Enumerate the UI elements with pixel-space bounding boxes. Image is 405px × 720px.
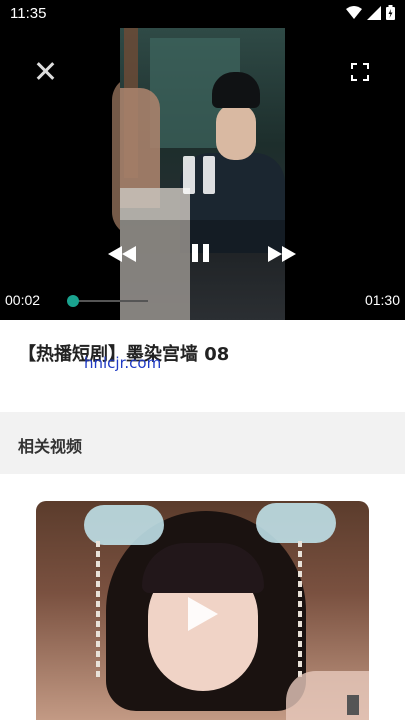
related-video-card[interactable] [36, 501, 369, 720]
status-icons [346, 5, 395, 20]
signal-icon [367, 5, 381, 20]
title-section: 【热播短剧】墨染宫墙 08 hnlcjr.com [0, 320, 405, 412]
related-videos-label: 相关视频 [18, 437, 83, 456]
scene-figure-hat [212, 72, 260, 108]
wifi-icon [346, 5, 362, 19]
thumb-corner-mark [347, 695, 359, 715]
pause-icon[interactable] [192, 244, 209, 262]
total-time: 01:30 [364, 292, 400, 308]
scene-shade [120, 220, 285, 320]
seek-thumb[interactable] [67, 295, 79, 307]
play-icon[interactable] [188, 597, 218, 631]
center-pause-icon[interactable] [183, 156, 215, 194]
fullscreen-icon[interactable] [351, 63, 369, 81]
video-player[interactable]: 00:02 01:30 [0, 28, 405, 320]
battery-icon [386, 5, 395, 20]
current-time: 00:02 [5, 292, 41, 308]
thumb-bangs [142, 543, 264, 593]
status-bar: 11:35 [0, 0, 405, 28]
related-videos-header: 相关视频 [0, 412, 405, 474]
seek-bar[interactable] [72, 300, 148, 302]
status-time: 11:35 [10, 5, 47, 22]
scene-figure-face [216, 104, 256, 160]
close-icon[interactable] [34, 60, 56, 82]
fast-forward-icon[interactable] [268, 246, 296, 262]
rewind-icon[interactable] [108, 246, 136, 262]
thumb-headdress-left [84, 505, 164, 545]
watermark: hnlcjr.com [84, 354, 162, 372]
thumb-headdress-right [256, 503, 336, 543]
thumb-tassel-left [96, 541, 100, 681]
thumb-tassel-right [298, 541, 302, 681]
